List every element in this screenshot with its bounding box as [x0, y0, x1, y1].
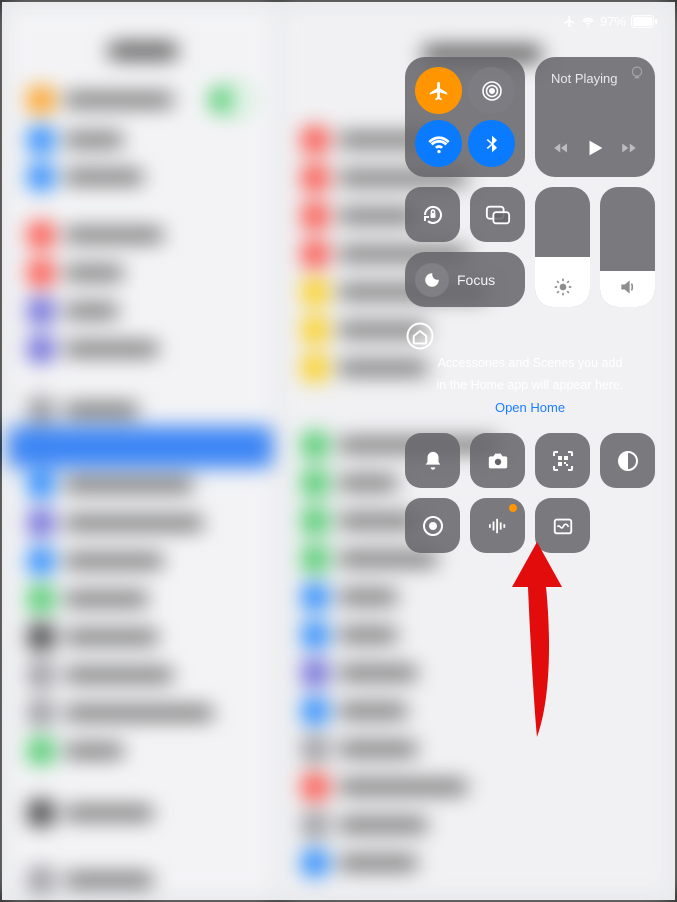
recording-dot-icon	[509, 504, 517, 512]
screen-mirroring-button[interactable]	[470, 187, 525, 242]
control-center-panel: Not Playing	[405, 57, 655, 553]
battery-percent: 97%	[600, 14, 626, 29]
silent-mode-button[interactable]	[405, 433, 460, 488]
wifi-indicator-icon	[581, 16, 595, 28]
connectivity-group[interactable]	[405, 57, 525, 177]
open-home-link[interactable]: Open Home	[495, 400, 565, 415]
orientation-lock-button[interactable]	[405, 187, 460, 242]
sun-icon	[535, 277, 590, 297]
bluetooth-toggle[interactable]	[468, 120, 515, 167]
voice-memo-button[interactable]	[470, 498, 525, 553]
next-track-button[interactable]	[620, 139, 638, 157]
wifi-toggle[interactable]	[415, 120, 462, 167]
quick-note-button[interactable]	[535, 498, 590, 553]
home-text-line2: in the Home app will appear here.	[405, 377, 655, 395]
airplane-indicator-icon	[563, 15, 576, 28]
shortcuts-grid	[405, 433, 655, 553]
home-text-line1: Accessories and Scenes you add	[405, 355, 655, 373]
screen-record-button[interactable]	[405, 498, 460, 553]
airdrop-toggle[interactable]	[468, 67, 515, 114]
speaker-icon	[600, 277, 655, 297]
focus-button[interactable]: Focus	[405, 252, 525, 307]
airplay-icon	[629, 65, 645, 81]
dark-mode-button[interactable]	[600, 433, 655, 488]
battery-icon	[631, 15, 657, 28]
prev-track-button[interactable]	[552, 139, 570, 157]
brightness-slider[interactable]	[535, 187, 590, 307]
code-scanner-button[interactable]	[535, 433, 590, 488]
camera-button[interactable]	[470, 433, 525, 488]
airplane-mode-toggle[interactable]	[415, 67, 462, 114]
home-icon	[405, 321, 655, 351]
moon-icon	[415, 263, 449, 297]
focus-label: Focus	[457, 272, 495, 288]
play-button[interactable]	[584, 137, 606, 159]
volume-slider[interactable]	[600, 187, 655, 307]
home-section: Accessories and Scenes you add in the Ho…	[405, 321, 655, 417]
now-playing-card[interactable]: Not Playing	[535, 57, 655, 177]
status-bar: 97%	[563, 14, 657, 29]
